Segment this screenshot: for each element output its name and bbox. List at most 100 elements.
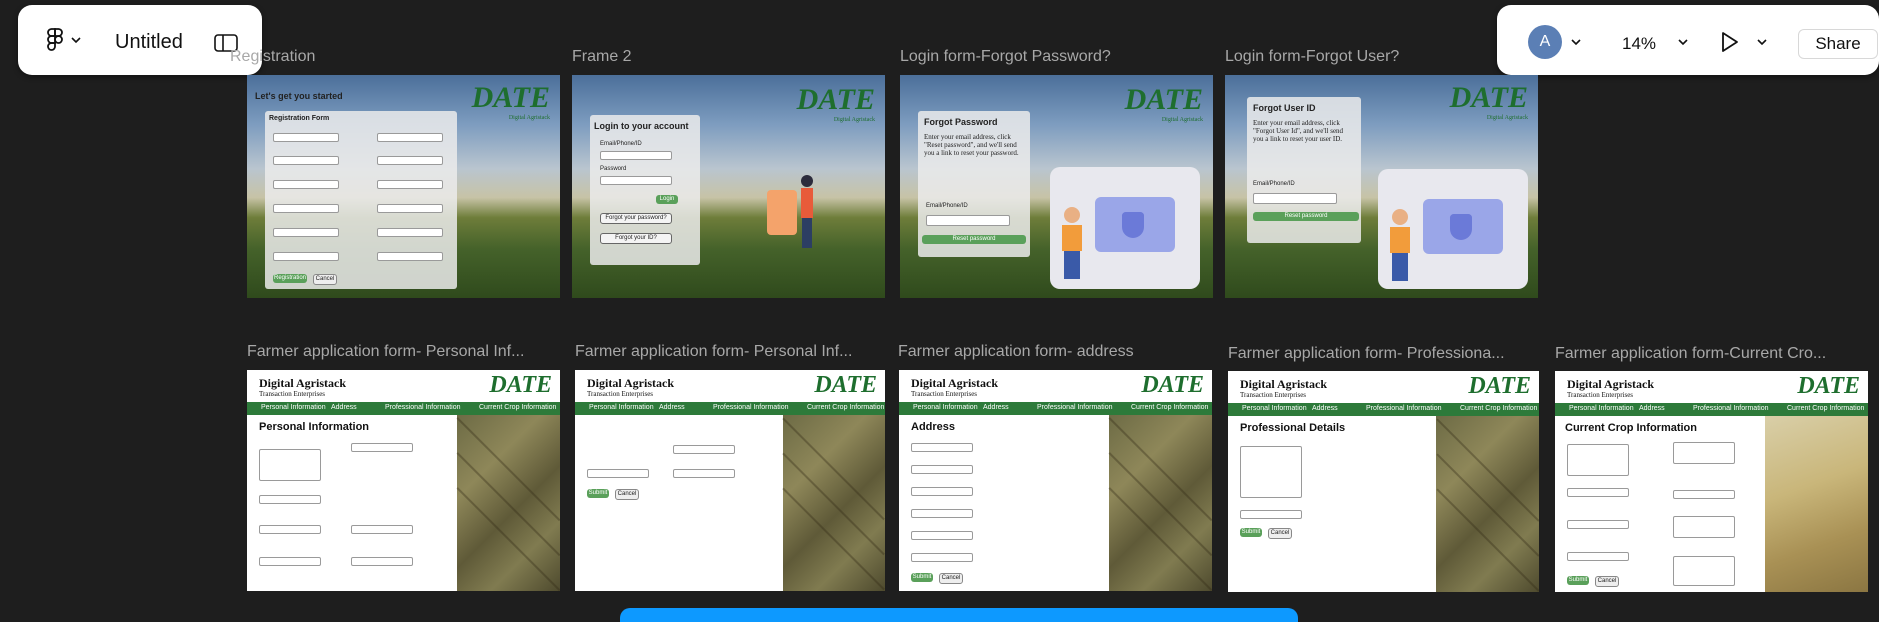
alternative-number-input[interactable]: [673, 445, 735, 454]
nav-crop[interactable]: Current Crop Information: [807, 404, 884, 411]
frame-forgot-password[interactable]: DATE Digital Agristack Forgot Password En…: [900, 75, 1213, 298]
nav-address[interactable]: Address: [1639, 405, 1665, 412]
geo-tag-input[interactable]: [1567, 552, 1629, 561]
frame-label-professional[interactable]: Farmer application form- Professiona...: [1228, 345, 1505, 363]
login-email-input[interactable]: [600, 151, 672, 160]
first-name-input[interactable]: [259, 495, 321, 504]
chevron-down-icon[interactable]: [1677, 37, 1689, 47]
play-icon[interactable]: [1719, 31, 1741, 53]
frame-label-current-crop[interactable]: Farmer application form-Current Cro...: [1555, 345, 1875, 363]
nav-personal[interactable]: Personal Information: [1569, 405, 1634, 412]
submit-button[interactable]: Submit: [911, 573, 933, 582]
zoom-level[interactable]: 14%: [1622, 34, 1656, 54]
forgot-id-button[interactable]: Forgot your ID?: [600, 233, 672, 244]
nav-professional[interactable]: Professional Information: [385, 404, 460, 411]
district-select[interactable]: [377, 204, 443, 213]
cancel-button[interactable]: Cancel: [1268, 528, 1292, 539]
cancel-button[interactable]: Cancel: [1595, 576, 1619, 587]
nav-professional[interactable]: Professional Information: [1366, 405, 1441, 412]
frame-label-forgot-password[interactable]: Login form-Forgot Password?: [900, 48, 1111, 66]
avatar[interactable]: A: [1528, 25, 1562, 59]
nav-crop[interactable]: Current Crop Information: [1787, 405, 1864, 412]
nationality-select[interactable]: [351, 525, 413, 534]
pin-code-input[interactable]: [273, 204, 339, 213]
education-select[interactable]: [1240, 446, 1302, 498]
state-select[interactable]: [377, 180, 443, 189]
submit-button[interactable]: Submit: [1567, 576, 1589, 585]
block-input[interactable]: [911, 509, 973, 518]
frame-current-crop[interactable]: Digital Agristack Transaction Enterprises…: [1555, 371, 1868, 592]
confirm-password-input[interactable]: [377, 252, 443, 261]
cancel-button[interactable]: Cancel: [313, 274, 337, 285]
village-input[interactable]: [911, 531, 973, 540]
login-password-input[interactable]: [600, 176, 672, 185]
nav-personal[interactable]: Personal Information: [261, 404, 326, 411]
submit-button[interactable]: Submit: [587, 489, 609, 498]
photo-upload[interactable]: [1567, 444, 1629, 476]
photo-upload[interactable]: [259, 449, 321, 481]
nav-crop[interactable]: Current Crop Information: [479, 404, 556, 411]
registration-button[interactable]: Registration: [273, 274, 307, 283]
nav-crop[interactable]: Current Crop Information: [1460, 405, 1537, 412]
forgot-password-button[interactable]: Forgot your password?: [600, 213, 672, 224]
frame-forgot-user[interactable]: DATE Digital Agristack Forgot User ID Ent…: [1225, 75, 1538, 298]
gender-select[interactable]: [377, 156, 443, 165]
nav-personal[interactable]: Personal Information: [913, 404, 978, 411]
nav-address[interactable]: Address: [983, 404, 1009, 411]
dob-input[interactable]: [351, 557, 413, 566]
file-title[interactable]: Untitled: [115, 31, 183, 54]
cancel-button[interactable]: Cancel: [615, 489, 639, 500]
frame-personal-info-1[interactable]: Digital Agristack Transaction Enterprises…: [247, 370, 560, 591]
chevron-down-icon[interactable]: [1756, 37, 1768, 47]
login-button[interactable]: Login: [656, 195, 678, 204]
net-income-input[interactable]: [1673, 490, 1735, 499]
share-button[interactable]: Share: [1798, 29, 1878, 59]
frame-personal-info-2[interactable]: Digital Agristack Transaction Enterprises…: [575, 370, 885, 591]
chevron-down-icon[interactable]: [1570, 37, 1582, 47]
soil-test-select[interactable]: [1673, 516, 1735, 538]
frame-login[interactable]: DATE Digital Agristack Login to your acco…: [572, 75, 885, 298]
cancel-button[interactable]: Cancel: [939, 573, 963, 584]
nav-crop[interactable]: Current Crop Information: [1131, 404, 1208, 411]
chevron-down-icon[interactable]: [70, 35, 82, 45]
bottom-toolbar[interactable]: [620, 608, 1298, 622]
submit-button[interactable]: Submit: [1240, 528, 1262, 537]
experience-input[interactable]: [1240, 510, 1302, 519]
password-input[interactable]: [273, 252, 339, 261]
reset-password-button[interactable]: Reset password: [922, 235, 1026, 244]
last-name-input[interactable]: [377, 133, 443, 142]
first-name-input[interactable]: [273, 133, 339, 142]
state-input[interactable]: [911, 465, 973, 474]
frame-professional[interactable]: Digital Agristack Transaction Enterprises…: [1228, 371, 1539, 592]
figma-logo-icon[interactable]: [44, 27, 66, 53]
soil-certificate-upload[interactable]: [1673, 556, 1735, 586]
dob-input[interactable]: [273, 156, 339, 165]
nav-address[interactable]: Address: [331, 404, 357, 411]
frame-label-forgot-user[interactable]: Login form-Forgot User?: [1225, 48, 1399, 66]
phone-input[interactable]: [377, 228, 443, 237]
nav-professional[interactable]: Professional Information: [1693, 405, 1768, 412]
survey-number-input[interactable]: [1567, 488, 1629, 497]
forgot-user-email-input[interactable]: [1253, 193, 1337, 204]
gender-select[interactable]: [351, 443, 413, 452]
frame-registration[interactable]: Let's get you started DATE Digital Agrist…: [247, 75, 560, 298]
nav-address[interactable]: Address: [659, 404, 685, 411]
reset-user-button[interactable]: Reset password: [1253, 212, 1359, 221]
email-input[interactable]: [273, 228, 339, 237]
frame-label-registration[interactable]: Registration: [230, 48, 360, 66]
district-input[interactable]: [911, 487, 973, 496]
forgot-password-email-input[interactable]: [926, 215, 1010, 226]
father-name-input[interactable]: [587, 469, 649, 478]
salutation-radio[interactable]: [351, 495, 421, 502]
frame-label-personal-info-1[interactable]: Farmer application form- Personal Inf...: [247, 343, 524, 361]
nav-professional[interactable]: Professional Information: [1037, 404, 1112, 411]
frame-address[interactable]: Digital Agristack Transaction Enterprises…: [899, 370, 1212, 591]
middle-name-input[interactable]: [259, 525, 321, 534]
crop-select[interactable]: [1673, 442, 1735, 464]
nav-address[interactable]: Address: [1312, 405, 1338, 412]
country-input[interactable]: [911, 443, 973, 452]
frame-label-personal-info-2[interactable]: Farmer application form- Personal Inf...: [575, 343, 852, 361]
land-holding-input[interactable]: [1567, 520, 1629, 529]
alternative-type-input[interactable]: [673, 469, 735, 478]
country-select[interactable]: [273, 180, 339, 189]
